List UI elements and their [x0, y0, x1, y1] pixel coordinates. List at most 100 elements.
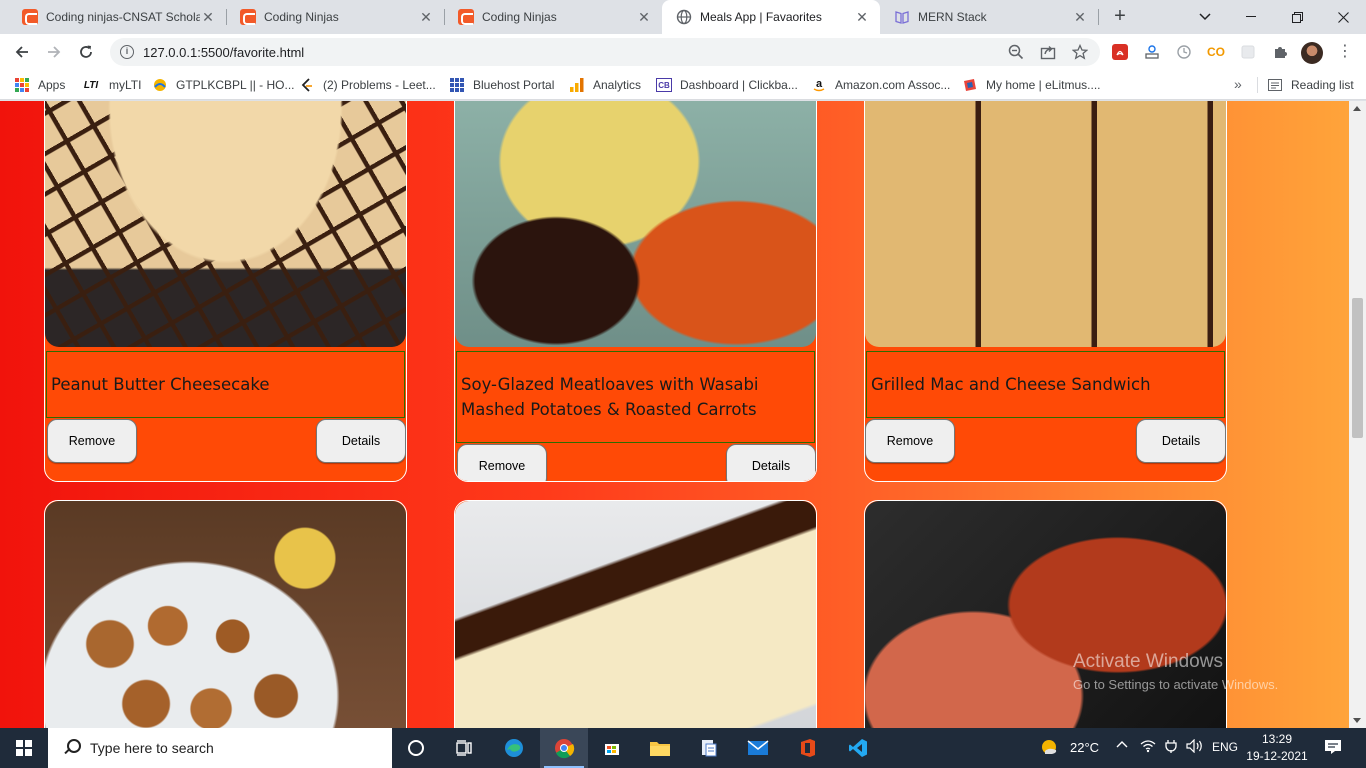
- remove-button[interactable]: Remove: [865, 419, 955, 463]
- restore-button[interactable]: [1274, 0, 1320, 34]
- scrollbar-thumb[interactable]: [1352, 298, 1363, 438]
- chrome-icon: [555, 739, 575, 759]
- taskbar-vscode[interactable]: [834, 728, 882, 768]
- taskbar-store[interactable]: [588, 728, 636, 768]
- coding-ninjas-icon: [458, 9, 474, 25]
- vscode-icon: [849, 739, 867, 757]
- activate-windows-subtitle: Go to Settings to activate Windows.: [1073, 677, 1279, 692]
- close-icon[interactable]: ✕: [854, 9, 870, 26]
- bookmark-label: Analytics: [593, 78, 642, 92]
- meal-card: [454, 500, 817, 728]
- close-icon[interactable]: ✕: [636, 9, 652, 26]
- scroll-down-arrow-icon[interactable]: [1353, 718, 1361, 723]
- task-view-icon: [456, 740, 472, 756]
- scroll-up-arrow-icon[interactable]: [1353, 106, 1361, 111]
- page-viewport: Peanut Butter Cheesecake Remove Details …: [0, 101, 1349, 728]
- taskbar-mail[interactable]: [734, 728, 782, 768]
- bookmarks-overflow-button[interactable]: »: [1234, 76, 1242, 92]
- zoom-icon[interactable]: [1008, 44, 1024, 60]
- close-window-button[interactable]: [1320, 0, 1366, 34]
- tab-search-button[interactable]: [1182, 0, 1228, 34]
- tab-coding-ninjas-2[interactable]: Coding Ninjas ✕: [444, 0, 662, 34]
- close-icon[interactable]: ✕: [1072, 9, 1088, 26]
- meal-name: Soy-Glazed Meatloaves with Wasabi Mashed…: [461, 375, 759, 419]
- tab-coding-ninjas-1[interactable]: Coding Ninjas ✕: [226, 0, 444, 34]
- address-bar[interactable]: i 127.0.0.1:5500/favorite.html: [110, 38, 1100, 66]
- office-icon: [801, 739, 815, 757]
- details-button[interactable]: Details: [726, 444, 816, 481]
- speaker-icon[interactable]: [1186, 738, 1204, 756]
- bookmark-bluehost[interactable]: Bluehost Portal: [449, 76, 554, 94]
- profile-avatar[interactable]: [1301, 42, 1323, 64]
- tab-coding-ninjas-cnsat[interactable]: Coding ninjas-CNSAT Scholar ✕: [8, 0, 226, 34]
- chevron-up-icon[interactable]: [1116, 738, 1128, 755]
- taskbar-search-box[interactable]: Type here to search: [48, 728, 392, 768]
- meal-image[interactable]: [45, 101, 406, 347]
- lti-icon: LTI: [83, 79, 99, 91]
- more-menu-icon[interactable]: ⋮: [1335, 42, 1355, 62]
- reload-icon: [80, 45, 92, 58]
- meal-image[interactable]: [455, 501, 816, 728]
- taskbar-clock[interactable]: 13:29 19-12-2021: [1244, 731, 1310, 765]
- taskbar-notepad[interactable]: [684, 728, 732, 768]
- language-indicator[interactable]: ENG: [1212, 740, 1238, 754]
- reading-list-icon: [1267, 77, 1283, 93]
- meal-name-box: Grilled Mac and Cheese Sandwich: [866, 351, 1225, 418]
- bookmark-apps[interactable]: Apps: [14, 76, 65, 94]
- close-icon[interactable]: ✕: [418, 9, 434, 26]
- arrow-left-icon: [15, 46, 28, 58]
- reload-button[interactable]: [72, 38, 100, 66]
- network-icon[interactable]: [1140, 739, 1156, 756]
- temperature[interactable]: 22°C: [1070, 740, 1099, 755]
- taskbar-office[interactable]: [784, 728, 832, 768]
- meal-name: Grilled Mac and Cheese Sandwich: [871, 375, 1151, 394]
- bookmark-leetcode[interactable]: (2) Problems - Leet...: [299, 76, 436, 94]
- back-button[interactable]: [8, 38, 36, 66]
- tab-meals-app-favorites[interactable]: Meals App | Favaorites ✕: [662, 0, 880, 34]
- clickbank-icon: CB: [656, 77, 672, 93]
- taskbar-file-explorer[interactable]: [636, 728, 684, 768]
- weather-icon[interactable]: [1040, 737, 1060, 760]
- clock-extension-icon[interactable]: [1176, 44, 1192, 60]
- blank-extension-icon[interactable]: [1240, 44, 1256, 60]
- new-tab-button[interactable]: +: [1108, 5, 1132, 29]
- co-extension-icon[interactable]: CO: [1207, 44, 1225, 60]
- notifications-icon[interactable]: [1324, 739, 1342, 758]
- bookmark-elitmus[interactable]: My home | eLitmus....: [962, 76, 1101, 94]
- elitmus-icon: [962, 77, 978, 93]
- tab-mern-stack[interactable]: MERN Stack ✕: [880, 0, 1098, 34]
- remove-button[interactable]: Remove: [457, 444, 547, 481]
- pdf-extension-icon[interactable]: [1112, 44, 1128, 60]
- bookmark-clickbank[interactable]: CB Dashboard | Clickba...: [656, 76, 798, 94]
- minimize-button[interactable]: [1228, 0, 1274, 34]
- page-scrollbar[interactable]: [1349, 101, 1366, 728]
- forward-button[interactable]: [40, 38, 68, 66]
- meal-image[interactable]: [865, 501, 1226, 728]
- close-icon[interactable]: ✕: [200, 9, 216, 26]
- activate-windows-title: Activate Windows: [1073, 651, 1223, 672]
- meal-image[interactable]: [455, 101, 816, 347]
- reading-list-button[interactable]: Reading list: [1267, 76, 1354, 94]
- tab-title: Coding Ninjas: [482, 10, 557, 24]
- info-icon[interactable]: i: [120, 45, 134, 59]
- meal-image[interactable]: [45, 501, 406, 728]
- bookmark-analytics[interactable]: Analytics: [569, 76, 641, 94]
- user-extension-icon[interactable]: [1144, 44, 1160, 60]
- meal-image[interactable]: [865, 101, 1226, 347]
- details-button[interactable]: Details: [316, 419, 406, 463]
- taskbar-chrome[interactable]: [540, 728, 588, 768]
- task-view-button[interactable]: [440, 728, 488, 768]
- cortana-button[interactable]: [392, 728, 440, 768]
- coding-ninjas-icon: [22, 9, 38, 25]
- taskbar-edge[interactable]: [490, 728, 538, 768]
- bookmark-mylti[interactable]: LTI myLTI: [81, 76, 142, 94]
- star-icon[interactable]: [1072, 44, 1088, 60]
- remove-button[interactable]: Remove: [47, 419, 137, 463]
- start-button[interactable]: [0, 728, 48, 768]
- bookmark-amazon[interactable]: a Amazon.com Assoc...: [811, 76, 950, 94]
- share-icon[interactable]: [1040, 44, 1056, 60]
- puzzle-extension-icon[interactable]: [1272, 44, 1288, 60]
- details-button[interactable]: Details: [1136, 419, 1226, 463]
- bookmark-gtpl[interactable]: GTPLKCBPL || - HO...: [152, 76, 294, 94]
- power-plug-icon[interactable]: [1164, 739, 1178, 756]
